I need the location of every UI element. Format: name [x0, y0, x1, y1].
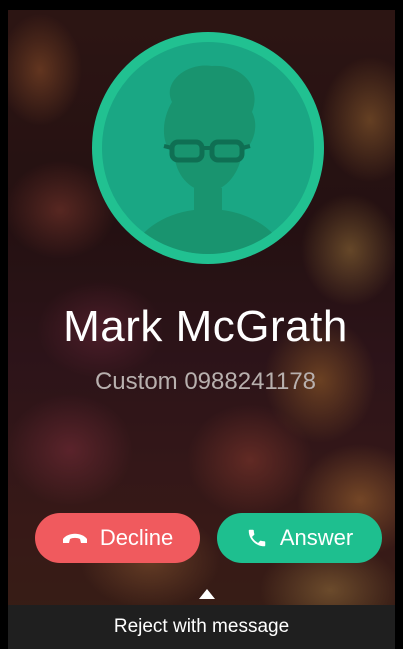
reject-with-message-button[interactable]: Reject with message — [8, 605, 395, 649]
phone-icon — [246, 527, 268, 549]
decline-label: Decline — [99, 525, 174, 550]
decline-button[interactable]: Decline — [35, 513, 200, 563]
answer-label: Answer — [279, 525, 354, 550]
caller-avatar — [92, 32, 324, 264]
caller-number: Custom 0988241178 — [94, 368, 317, 395]
incoming-call-screen: Mark McGrath Custom 0988241178 Decline A… — [0, 0, 403, 649]
answer-button[interactable]: Answer — [217, 513, 382, 563]
screen-bezel-left — [0, 0, 8, 649]
triangle-up-icon[interactable] — [199, 589, 215, 599]
screen-bezel-top — [0, 0, 403, 10]
person-glasses-silhouette-icon — [130, 65, 286, 254]
caller-name: Mark McGrath — [63, 302, 348, 351]
reject-with-message-label: Reject with message — [113, 616, 290, 637]
phone-hangup-icon — [62, 531, 88, 545]
